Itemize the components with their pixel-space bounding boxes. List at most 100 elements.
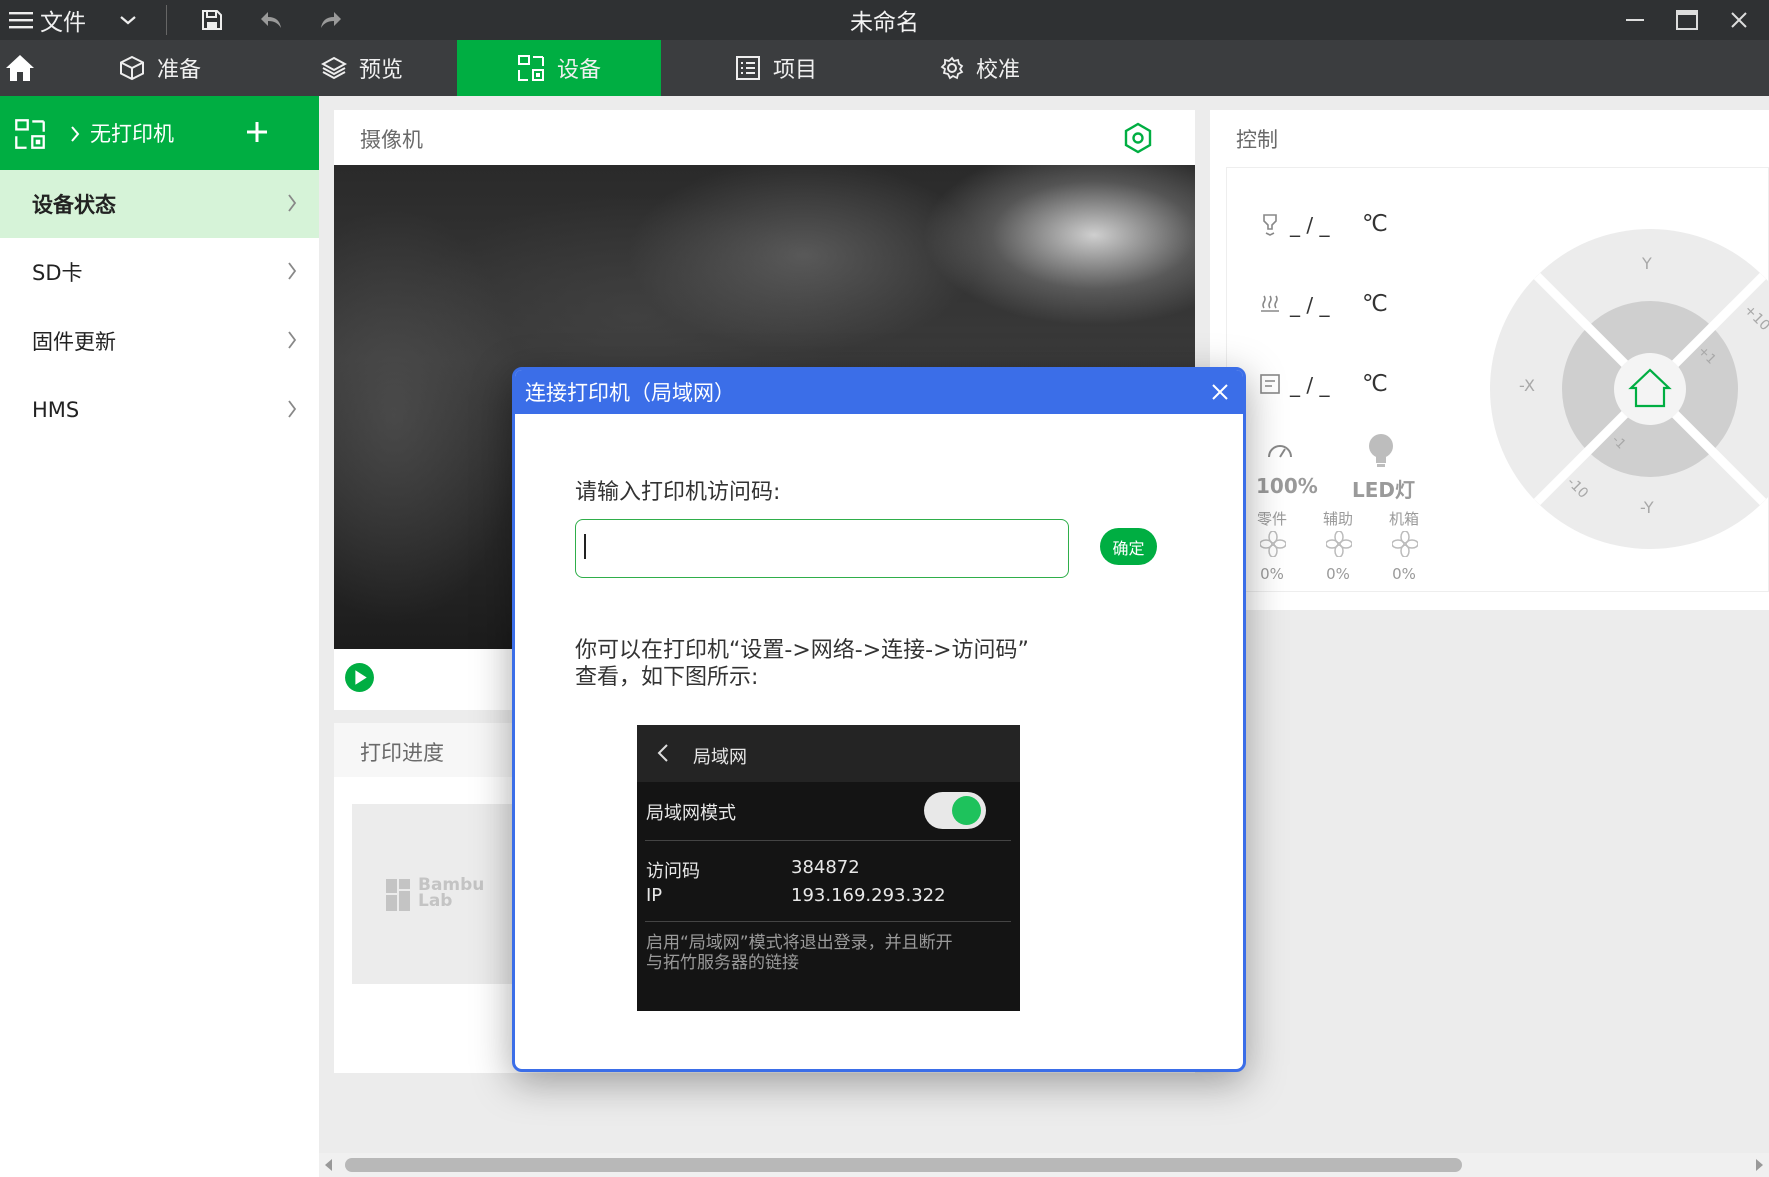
- tab-label: 设备: [556, 58, 601, 83]
- temp-unit: ℃: [1362, 371, 1388, 397]
- redo-icon[interactable]: [316, 0, 346, 40]
- chamber-temp: _ / _: [1290, 373, 1330, 397]
- camera-title: 摄像机: [360, 128, 423, 152]
- add-printer-icon[interactable]: [245, 120, 269, 144]
- bed-temp: _ / _: [1290, 293, 1330, 317]
- maximize-icon[interactable]: [1672, 0, 1702, 40]
- tab-label: 预览: [358, 58, 403, 83]
- lan-settings-illustration: 局域网 局域网模式 访问码 384872 IP 193.169.293.322 …: [637, 725, 1020, 1011]
- fan-part-label: 零件: [1256, 510, 1287, 528]
- led-label: LED灯: [1352, 478, 1416, 502]
- printer-selector[interactable]: 无打印机: [0, 96, 319, 170]
- nozzle-icon: [1263, 214, 1277, 236]
- camera-settings-icon[interactable]: [1122, 122, 1154, 154]
- scroll-thumb[interactable]: [345, 1158, 1462, 1172]
- close-window-icon[interactable]: [1724, 0, 1754, 40]
- sidebar-item-label: 固件更新: [32, 330, 116, 354]
- help-text-line-2: 查看，如下图所示:: [575, 665, 759, 690]
- horizontal-scrollbar[interactable]: [319, 1153, 1769, 1177]
- home-icon[interactable]: [0, 40, 40, 96]
- fan-aux-value: 0%: [1326, 565, 1350, 583]
- tab-label: 准备: [156, 58, 201, 83]
- tab-calibration[interactable]: 校准: [920, 40, 1040, 96]
- bambu-logo-icon: [386, 879, 410, 911]
- control-title: 控制: [1236, 128, 1278, 152]
- lan-mode-toggle: [924, 792, 986, 829]
- scroll-left-icon[interactable]: [325, 1159, 333, 1171]
- chevron-right-icon: [288, 400, 297, 418]
- lan-note-line-1: 启用“局域网”模式将退出登录，并且断开: [646, 933, 953, 953]
- sidebar-item-sd-card[interactable]: SD卡: [0, 238, 319, 306]
- phone-header-title: 局域网: [693, 747, 747, 768]
- sidebar-item-label: HMS: [32, 398, 80, 422]
- lightbulb-icon[interactable]: [1366, 432, 1396, 468]
- temp-unit: ℃: [1362, 291, 1388, 317]
- chevron-right-icon: [288, 194, 297, 212]
- file-menu[interactable]: 文件: [38, 0, 88, 40]
- sidebar-item-firmware-update[interactable]: 固件更新: [0, 307, 319, 375]
- progress-title: 打印进度: [360, 741, 444, 765]
- save-icon[interactable]: [197, 0, 227, 40]
- chevron-right-icon: [288, 331, 297, 349]
- play-icon[interactable]: [344, 662, 375, 693]
- lan-mode-label: 局域网模式: [646, 803, 736, 824]
- jog-y-minus[interactable]: -Y: [1640, 498, 1654, 517]
- fan-icon[interactable]: [1392, 531, 1418, 557]
- access-code-input[interactable]: [575, 519, 1069, 578]
- ip-label: IP: [646, 885, 663, 906]
- chevron-right-icon: [288, 262, 297, 280]
- close-icon[interactable]: [1211, 383, 1229, 401]
- undo-icon[interactable]: [256, 0, 286, 40]
- ip-value: 193.169.293.322: [791, 885, 946, 906]
- tab-label: 项目: [772, 58, 817, 83]
- layers-icon: [320, 56, 347, 80]
- control-panel: 控制 _ / _ ℃ _ / _ ℃ _ / _ ℃ 100% LED灯 零件 …: [1210, 110, 1769, 610]
- chamber-icon: [1260, 374, 1280, 394]
- fan-icon[interactable]: [1260, 531, 1286, 557]
- connect-printer-dialog: 连接打印机（局域网） 请输入打印机访问码: 确定 你可以在打印机“设置->网络-…: [512, 367, 1246, 1072]
- device-icon: [517, 55, 544, 81]
- fan-chamber-label: 机箱: [1388, 510, 1419, 528]
- device-icon: [15, 119, 45, 149]
- hamburger-menu-icon[interactable]: [6, 0, 36, 40]
- chevron-down-icon[interactable]: [114, 0, 142, 40]
- jog-y-plus[interactable]: Y: [1642, 254, 1652, 273]
- device-sidebar: 无打印机 设备状态 SD卡 固件更新 HMS: [0, 96, 319, 1177]
- speed-gauge-icon[interactable]: [1266, 438, 1294, 460]
- lan-note-line-2: 与拓竹服务器的链接: [646, 953, 799, 973]
- main-tab-bar: 准备 预览 设备 项目 校准: [0, 40, 1769, 96]
- chevron-right-icon: [71, 126, 80, 142]
- jog-x-minus[interactable]: -X: [1519, 376, 1535, 395]
- text-cursor: [584, 534, 586, 559]
- tab-label: 校准: [975, 58, 1020, 83]
- tab-prepare[interactable]: 准备: [100, 40, 220, 96]
- access-code-label: 访问码: [646, 861, 700, 882]
- dialog-title: 连接打印机（局域网）: [525, 381, 735, 405]
- bed-heat-icon: [1261, 295, 1279, 312]
- fan-icon[interactable]: [1326, 531, 1352, 557]
- tab-device[interactable]: 设备: [457, 40, 661, 96]
- cube-icon: [119, 55, 144, 81]
- sidebar-item-label: SD卡: [32, 261, 83, 285]
- minimize-icon[interactable]: [1620, 0, 1650, 40]
- dialog-header: 连接打印机（局域网）: [515, 370, 1243, 414]
- sidebar-item-device-status[interactable]: 设备状态: [0, 170, 319, 238]
- tab-preview[interactable]: 预览: [302, 40, 422, 96]
- access-code-prompt: 请输入打印机访问码:: [575, 480, 781, 505]
- fan-aux-label: 辅助: [1322, 510, 1353, 528]
- printer-name: 无打印机: [90, 122, 174, 146]
- list-icon: [735, 56, 760, 80]
- scroll-right-icon[interactable]: [1755, 1159, 1763, 1171]
- temp-unit: ℃: [1362, 211, 1388, 237]
- logo-text-line-2: Lab: [418, 891, 453, 911]
- tab-project[interactable]: 项目: [716, 40, 836, 96]
- access-code-value: 384872: [791, 857, 860, 878]
- fan-chamber-value: 0%: [1392, 565, 1416, 583]
- confirm-button[interactable]: 确定: [1100, 528, 1157, 565]
- fan-part-value: 0%: [1260, 565, 1284, 583]
- sidebar-item-label: 设备状态: [32, 193, 116, 217]
- sidebar-item-hms[interactable]: HMS: [0, 376, 319, 444]
- title-bar: 未命名 文件: [0, 0, 1769, 40]
- gear-icon: [940, 56, 964, 80]
- nozzle-temp: _ / _: [1290, 213, 1330, 237]
